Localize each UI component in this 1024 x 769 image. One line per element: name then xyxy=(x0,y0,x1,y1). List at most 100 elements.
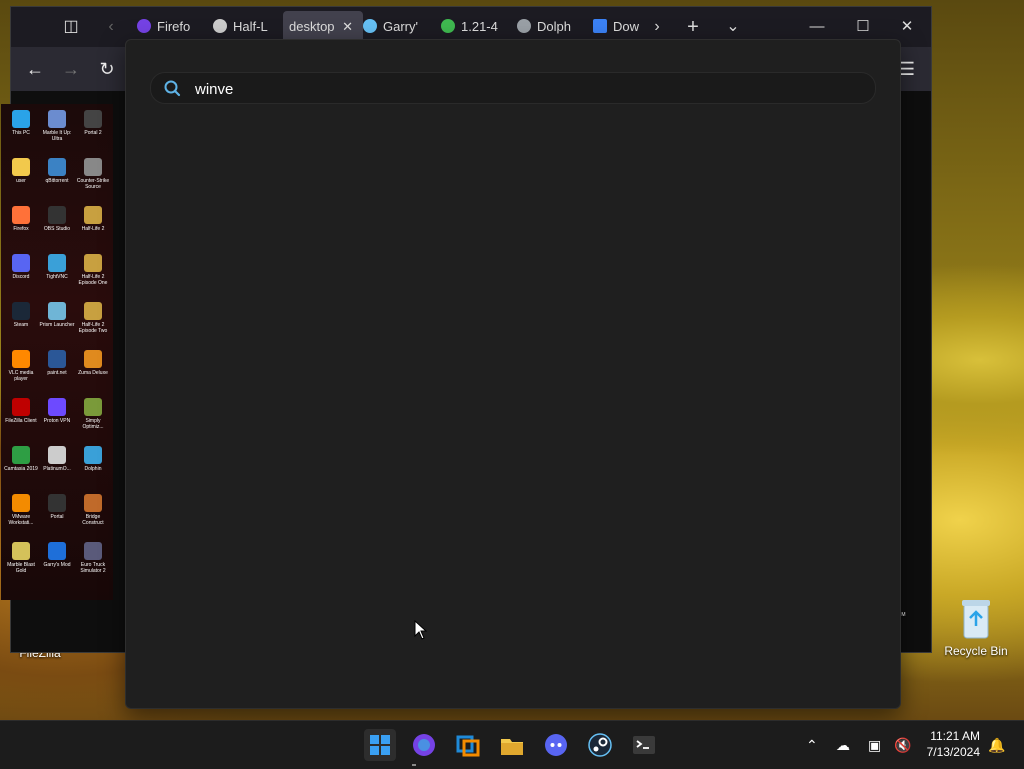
remote-desktop-icon[interactable]: qBittorrent xyxy=(39,158,75,184)
remote-desktop-icon[interactable]: Simply Optimiz... xyxy=(75,398,111,430)
app-icon xyxy=(48,494,66,512)
remote-desktop-icon[interactable]: Dolphin xyxy=(75,446,111,472)
recycle-bin-icon xyxy=(962,600,990,639)
remote-desktop-icon-label: Steam xyxy=(13,322,29,328)
notification-bell-icon[interactable]: 🔔 xyxy=(988,737,1005,754)
app-icon xyxy=(12,254,30,272)
remote-desktop-icon-label: Portal 2 xyxy=(84,130,102,136)
search-icon xyxy=(164,80,181,97)
remote-desktop-icon[interactable]: OBS Studio xyxy=(39,206,75,232)
remote-desktop-icon[interactable]: Steam xyxy=(3,302,39,328)
tab-groups-icon[interactable]: ◫ xyxy=(59,15,83,39)
remote-desktop-icon[interactable]: Zuma Deluxe xyxy=(75,350,111,376)
terminal-app[interactable] xyxy=(628,729,660,761)
remote-desktop-icon-label: FileZilla Client xyxy=(5,418,37,424)
remote-desktop-icon[interactable]: Marble It Up: Ultra xyxy=(39,110,75,142)
remote-desktop-icon[interactable]: PlatinumO... xyxy=(39,446,75,472)
dolphin-icon xyxy=(517,19,531,33)
tab-label: Dow xyxy=(613,19,640,34)
terminal-icon xyxy=(633,736,655,754)
remote-desktop-icon-label: Firefox xyxy=(13,226,29,232)
vmware-icon xyxy=(456,735,480,757)
tab-label: Garry' xyxy=(383,19,418,34)
remote-desktop-icon-label: Dolphin xyxy=(84,466,102,472)
discord-icon xyxy=(545,734,567,756)
remote-desktop-icon[interactable]: VLC media player xyxy=(3,350,39,382)
remote-desktop-icon[interactable]: FileZilla Client xyxy=(3,398,39,424)
remote-desktop-icon[interactable]: Discord xyxy=(3,254,39,280)
app-icon xyxy=(48,446,66,464)
app-icon xyxy=(48,542,66,560)
reload-icon[interactable]: ↻ xyxy=(95,57,119,81)
remote-desktop-icon-label: Garry's Mod xyxy=(43,562,71,568)
remote-desktop-icon[interactable]: paint.net xyxy=(39,350,75,376)
remote-desktop-icons[interactable]: This PC Marble It Up: Ultra Portal 2 user qB… xyxy=(1,104,113,600)
remote-desktop-icon[interactable]: Half-Life 2 Episode Two xyxy=(75,302,111,334)
app-icon xyxy=(12,158,30,176)
remote-desktop-icon[interactable]: Portal 2 xyxy=(75,110,111,136)
half-life-icon xyxy=(213,19,227,33)
remote-desktop-icon-label: Bridge Construct xyxy=(82,514,104,526)
maximize-icon[interactable]: ☐ xyxy=(843,13,883,41)
remote-desktop-icon[interactable]: Prism Launcher xyxy=(39,302,75,328)
close-tab-icon[interactable]: ✕ xyxy=(342,19,353,34)
back-icon[interactable]: ← xyxy=(23,57,47,81)
remote-desktop-icon[interactable]: Bridge Construct xyxy=(75,494,111,526)
app-icon xyxy=(48,254,66,272)
remote-desktop-icon[interactable]: Half-Life 2 xyxy=(75,206,111,232)
file-explorer-app[interactable] xyxy=(496,729,528,761)
remote-desktop-icon[interactable]: Portal xyxy=(39,494,75,520)
remote-desktop-icon[interactable]: VMware Workstati... xyxy=(3,494,39,526)
remote-desktop-icon-label: Discord xyxy=(12,274,30,280)
remote-desktop-icon-label: Half-Life 2 Episode One xyxy=(78,274,108,286)
folder-icon xyxy=(501,739,523,755)
search-input[interactable] xyxy=(193,77,857,101)
running-indicator xyxy=(412,764,416,766)
remote-desktop-icon[interactable]: Half-Life 2 Episode One xyxy=(75,254,111,286)
minimize-icon[interactable]: — xyxy=(797,13,837,41)
search-box[interactable] xyxy=(150,72,876,104)
command-palette xyxy=(125,39,901,709)
remote-desktop-icon[interactable]: Counter-Strike Source xyxy=(75,158,111,190)
remote-desktop-icon[interactable]: Euro Truck Simulator 2 xyxy=(75,542,111,574)
show-hidden-icons-icon[interactable]: ⌃ xyxy=(806,737,818,754)
green-circle-icon xyxy=(441,19,455,33)
scroll-tabs-right-icon[interactable]: › xyxy=(645,15,669,39)
remote-desktop-icon[interactable]: Camtasia 2019 xyxy=(3,446,39,472)
remote-desktop-icon-label: Counter-Strike Source xyxy=(76,178,110,190)
desktop-icon-recycle-bin[interactable]: Recycle Bin xyxy=(940,596,1012,658)
remote-desktop-icon-label: Proton VPN xyxy=(43,418,71,424)
remote-desktop-icon[interactable]: Proton VPN xyxy=(39,398,75,424)
remote-desktop-icon-label: Euro Truck Simulator 2 xyxy=(80,562,106,574)
steam-app[interactable] xyxy=(584,729,616,761)
remote-desktop-icon[interactable]: This PC xyxy=(3,110,39,136)
remote-desktop-icon[interactable]: TightVNC xyxy=(39,254,75,280)
new-tab-icon[interactable]: + xyxy=(681,15,705,39)
remote-desktop-icon[interactable]: Garry's Mod xyxy=(39,542,75,568)
remote-desktop-icon[interactable]: Firefox xyxy=(3,206,39,232)
discord-app[interactable] xyxy=(540,729,572,761)
windows-logo-icon xyxy=(370,735,390,755)
app-icon xyxy=(84,254,102,272)
firefox-app[interactable] xyxy=(408,729,440,761)
forward-icon[interactable]: → xyxy=(59,57,83,81)
remote-desktop-icon[interactable]: Marble Blast Gold xyxy=(3,542,39,574)
remote-desktop-icon-label: Simply Optimiz... xyxy=(82,418,104,430)
app-icon xyxy=(12,494,30,512)
remote-desktop-icon-label: TightVNC xyxy=(46,274,68,280)
scroll-tabs-left-icon[interactable]: ‹ xyxy=(99,15,123,39)
volume-muted-icon[interactable]: 🔇 xyxy=(894,737,911,754)
cloud-sync-icon[interactable]: ☁ xyxy=(836,737,850,754)
close-window-icon[interactable]: ✕ xyxy=(887,13,927,41)
list-all-tabs-icon[interactable]: ⌄ xyxy=(721,15,745,39)
taskbar: ⌃ ☁ ▣ 🔇 11:21 AM 7/13/2024 🔔 xyxy=(0,720,1024,769)
network-icon[interactable]: ▣ xyxy=(868,737,881,754)
start-button[interactable] xyxy=(364,729,396,761)
remote-desktop-icon-label: Zuma Deluxe xyxy=(78,370,108,376)
desktop-icon-label: Recycle Bin xyxy=(944,644,1008,658)
remote-desktop-icon-label: VLC media player xyxy=(8,370,34,382)
vmware-app[interactable] xyxy=(452,729,484,761)
app-icon xyxy=(48,110,66,128)
remote-desktop-icon[interactable]: user xyxy=(3,158,39,184)
system-clock[interactable]: 11:21 AM 7/13/2024 xyxy=(927,728,980,760)
